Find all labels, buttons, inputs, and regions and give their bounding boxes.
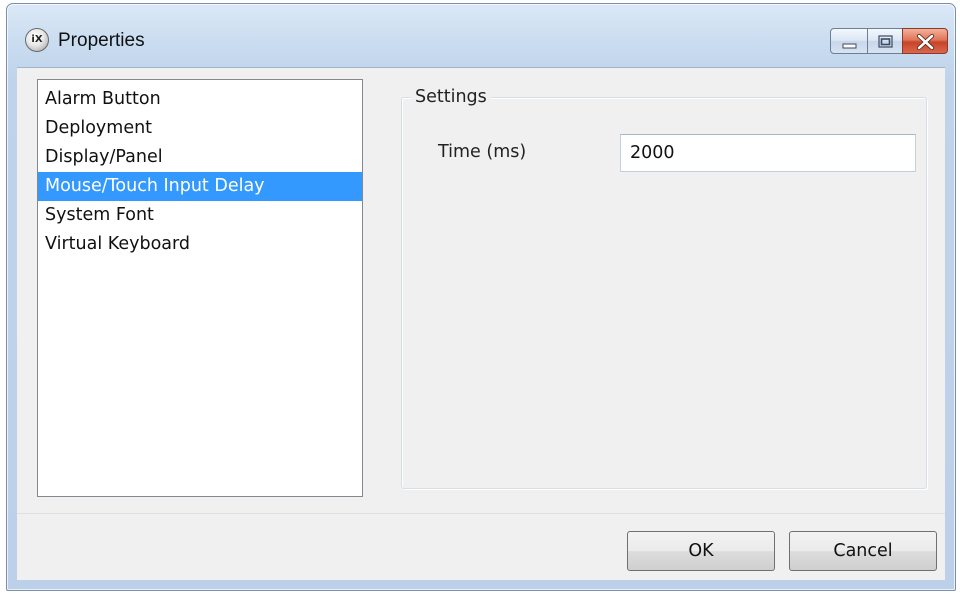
title-bar[interactable]: iX Properties — [7, 4, 955, 70]
list-item-display-panel[interactable]: Display/Panel — [38, 143, 362, 172]
maximize-button[interactable] — [867, 28, 903, 54]
minimize-button[interactable] — [830, 28, 868, 54]
properties-window: iX Properties Alarm Button Deployment Di… — [6, 3, 956, 591]
app-logo-icon[interactable]: iX — [25, 28, 49, 52]
settings-group-title: Settings — [411, 85, 491, 109]
dialog-footer: OK Cancel — [17, 513, 945, 580]
list-item-virtual-keyboard[interactable]: Virtual Keyboard — [38, 230, 362, 259]
dialog-content: Alarm Button Deployment Display/Panel Mo… — [17, 67, 945, 514]
maximize-icon — [878, 35, 893, 48]
cancel-button[interactable]: Cancel — [789, 531, 937, 571]
time-label: Time (ms) — [438, 142, 527, 162]
time-input[interactable] — [620, 134, 916, 172]
window-title: Properties — [58, 30, 145, 51]
settings-groupbox: Time (ms) Settings — [401, 85, 935, 491]
caption-buttons — [830, 28, 948, 54]
list-item-deployment[interactable]: Deployment — [38, 114, 362, 143]
close-button[interactable] — [902, 28, 948, 54]
list-item-alarm-button[interactable]: Alarm Button — [38, 85, 362, 114]
close-icon — [916, 33, 935, 51]
list-item-mouse-touch-input-delay[interactable]: Mouse/Touch Input Delay — [38, 172, 362, 201]
category-list[interactable]: Alarm Button Deployment Display/Panel Mo… — [37, 79, 363, 497]
list-item-system-font[interactable]: System Font — [38, 201, 362, 230]
minimize-icon — [842, 43, 857, 49]
settings-groupbox-frame: Time (ms) — [401, 97, 927, 489]
ok-button[interactable]: OK — [627, 531, 775, 571]
